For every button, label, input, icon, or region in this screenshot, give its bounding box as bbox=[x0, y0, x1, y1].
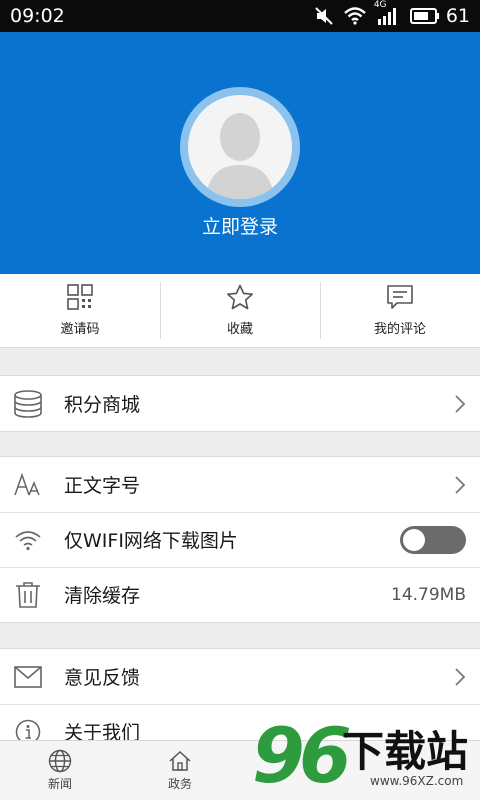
wifi-icon bbox=[15, 530, 41, 550]
site-watermark: 96 下载站 www.96XZ.com bbox=[252, 712, 480, 800]
invite-code-label: 邀请码 bbox=[60, 322, 100, 337]
star-icon bbox=[227, 284, 253, 310]
trash-icon bbox=[16, 581, 40, 608]
cache-size-value: 14.79MB bbox=[391, 584, 466, 605]
clear-cache-row[interactable]: 清除缓存 14.79MB bbox=[0, 567, 480, 622]
wifi-status-icon bbox=[344, 7, 366, 25]
globe-icon bbox=[48, 749, 72, 773]
my-comments-button[interactable]: 我的评论 bbox=[320, 274, 480, 347]
watermark-text: 下载站 bbox=[342, 727, 469, 776]
profile-header: 立即登录 bbox=[0, 32, 480, 274]
feedback-row[interactable]: 意见反馈 bbox=[0, 649, 480, 704]
my-comments-label: 我的评论 bbox=[373, 322, 426, 337]
tab-government-label: 政务 bbox=[167, 777, 192, 791]
favorites-label: 收藏 bbox=[226, 322, 253, 337]
qr-code-icon bbox=[67, 284, 93, 310]
font-size-icon bbox=[14, 472, 40, 495]
font-size-row[interactable]: 正文字号 bbox=[0, 457, 480, 512]
tab-news-label: 新闻 bbox=[47, 777, 72, 791]
menu-group-settings: 正文字号 仅WIFI网络下载图片 清除缓存 14.79MB bbox=[0, 456, 480, 623]
favorites-button[interactable]: 收藏 bbox=[160, 274, 320, 347]
battery-icon bbox=[409, 8, 439, 24]
status-bar: 09:02 4G 61 bbox=[0, 0, 480, 32]
database-icon bbox=[14, 389, 42, 418]
home-icon bbox=[169, 750, 191, 771]
signal-icon: 4G bbox=[374, 0, 400, 26]
font-size-label: 正文字号 bbox=[64, 475, 141, 497]
mail-icon bbox=[14, 665, 42, 688]
comment-icon bbox=[387, 285, 413, 309]
avatar[interactable] bbox=[180, 87, 300, 207]
watermark-url: www.96XZ.com bbox=[370, 774, 464, 788]
login-link[interactable]: 立即登录 bbox=[0, 212, 480, 239]
default-avatar-icon bbox=[206, 113, 274, 199]
watermark-number: 96 bbox=[252, 711, 352, 800]
points-mall-label: 积分商城 bbox=[64, 394, 141, 416]
toggle-knob bbox=[403, 528, 425, 551]
quick-actions: 邀请码 收藏 我的评论 bbox=[0, 274, 480, 348]
menu-group-mall: 积分商城 bbox=[0, 375, 480, 432]
invite-code-button[interactable]: 邀请码 bbox=[0, 274, 160, 347]
tab-news[interactable]: 新闻 bbox=[0, 741, 120, 800]
chevron-right-icon bbox=[455, 667, 466, 686]
wifi-images-toggle[interactable] bbox=[400, 525, 466, 554]
feedback-label: 意见反馈 bbox=[64, 667, 141, 689]
chevron-right-icon bbox=[455, 394, 466, 413]
status-time: 09:02 bbox=[10, 5, 65, 27]
wifi-images-label: 仅WIFI网络下载图片 bbox=[64, 530, 238, 552]
mute-icon bbox=[315, 7, 333, 25]
tab-government[interactable]: 政务 bbox=[120, 741, 240, 800]
chevron-right-icon bbox=[455, 475, 466, 494]
points-mall-row[interactable]: 积分商城 bbox=[0, 376, 480, 431]
battery-level: 61 bbox=[445, 5, 470, 27]
wifi-images-row: 仅WIFI网络下载图片 bbox=[0, 512, 480, 567]
clear-cache-label: 清除缓存 bbox=[64, 585, 141, 607]
